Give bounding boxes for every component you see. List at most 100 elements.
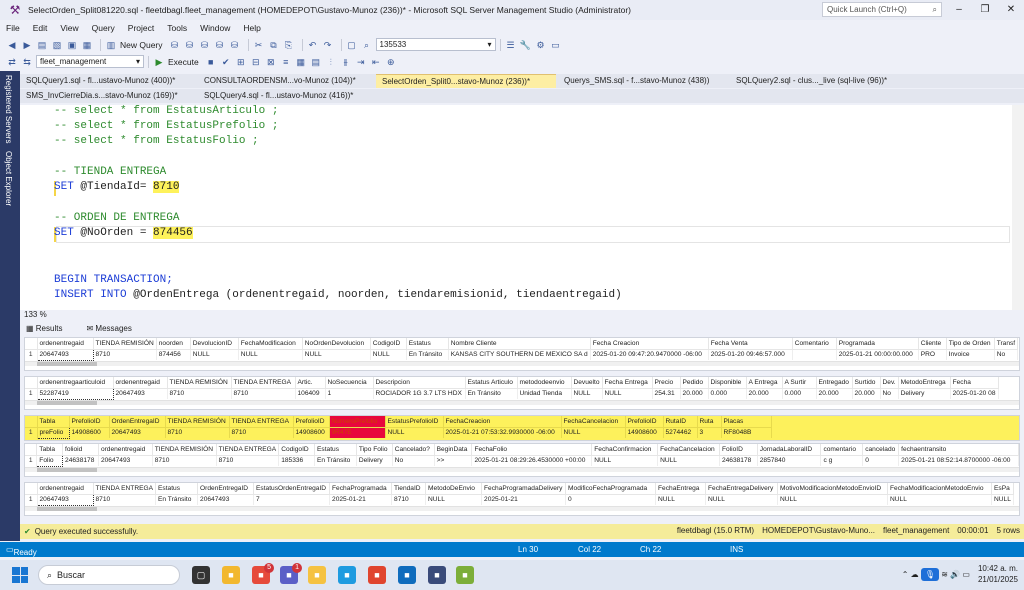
quick-launch-input[interactable]: Quick Launch (Ctrl+Q) ⌕	[822, 2, 942, 17]
result-grid-metodoenvio[interactable]: ordenentregaid TIENDA ENTREGA Estatus Orden…	[24, 482, 1020, 516]
parse-icon[interactable]: ✔	[220, 56, 232, 68]
sql-editor[interactable]: -- select * from EstatusArticulo ; -- se…	[20, 105, 1024, 310]
microphone-icon[interactable]: 🎙	[920, 567, 940, 581]
save-all-icon[interactable]: ▦	[81, 39, 93, 51]
tools-icon[interactable]: ⚙	[535, 39, 547, 51]
file-explorer-icon[interactable]: ■	[222, 566, 240, 584]
tab-sqlquery4[interactable]: SQLQuery4.sql - fl...ustavo-Munoz (416))…	[198, 89, 378, 103]
tab-sqlquery2[interactable]: SQLQuery2.sql - clus..._live (sql-live (…	[730, 74, 910, 88]
outlook-icon[interactable]: ■	[398, 566, 416, 584]
chrome-icon[interactable]: ■	[368, 566, 386, 584]
result-grid-ordenentrega[interactable]: ordenentregaid TIENDA REMISIÓN noorden Devo…	[24, 337, 1020, 371]
mail-icon[interactable]: ■ 5	[252, 563, 274, 584]
table-row[interactable]: 1 Folio 24638178 20647493 8710 8710 185336 En …	[25, 454, 1019, 467]
wrench-icon[interactable]: 🔧	[520, 39, 532, 51]
cut-icon[interactable]: ✂	[253, 39, 265, 51]
das-query-icon[interactable]: ⛁	[229, 39, 241, 51]
grid-header-row: Tabla folioid ordenentregaid TIENDA REMISIÓ…	[25, 444, 1019, 456]
start-button[interactable]	[12, 567, 28, 583]
close-button[interactable]: ✕	[998, 0, 1024, 20]
result-grid-articulos[interactable]: ordenentregaarticuloid ordenentregaid TIEN…	[24, 376, 1020, 410]
new-file-icon[interactable]: ▤	[36, 39, 48, 51]
paint-icon[interactable]: ■	[456, 566, 474, 584]
windows-taskbar: ⌕ Buscar ▢ ■ ■ 5 ■ 1 ■ ■ ■ ■ ■ ■ ⌃ ☁ 🎙 ≋ 🔊…	[0, 560, 1024, 590]
copy-icon[interactable]: ⧉	[268, 39, 280, 51]
clock[interactable]: 10:42 a. m. 21/01/2025	[978, 563, 1018, 585]
outdent-icon[interactable]: ⇤	[370, 56, 382, 68]
stop-icon[interactable]: ■	[205, 56, 217, 68]
taskbar-search-input[interactable]: ⌕ Buscar	[38, 565, 180, 585]
display-plan-icon[interactable]: ⊞	[235, 56, 247, 68]
registered-servers-tab[interactable]: Registered Servers	[4, 75, 13, 143]
back-icon[interactable]: ◀	[6, 39, 18, 51]
task-view-icon[interactable]: ▢	[192, 566, 210, 584]
forward-icon[interactable]: ▶	[21, 39, 33, 51]
edge-icon[interactable]: ■	[338, 566, 356, 584]
specify-values-icon[interactable]: ⊕	[385, 56, 397, 68]
onedrive-icon[interactable]: ☁	[911, 570, 921, 579]
connect-icon[interactable]: ⇄	[6, 56, 18, 68]
menu-help[interactable]: Help	[243, 23, 260, 33]
properties-icon[interactable]: ☰	[505, 39, 517, 51]
comment-icon[interactable]: ⫶	[325, 56, 337, 68]
mdx-query-icon[interactable]: ⛁	[184, 39, 196, 51]
window-layout-icon[interactable]: ▭	[550, 39, 562, 51]
tab-consultaordensm[interactable]: CONSULTAORDENSM...vo-Munoz (104))*	[198, 74, 378, 88]
table-row[interactable]: 1 20647493 8710 874456 NULL NULL NULL NULL En T…	[25, 348, 1019, 361]
table-row[interactable]: 1 preFolio 14908600 20647493 8710 8710 149086…	[25, 426, 772, 439]
undo-icon[interactable]: ↶	[307, 39, 319, 51]
indent-icon[interactable]: ⇥	[355, 56, 367, 68]
redo-icon[interactable]: ↷	[322, 39, 334, 51]
menu-view[interactable]: View	[60, 23, 78, 33]
result-grid-folio[interactable]: Tabla folioid ordenentregaid TIENDA REMISIÓ…	[24, 443, 1020, 477]
document-tabs-row-1: SQLQuery1.sql - fl...ustavo-Munoz (400))…	[20, 74, 1024, 88]
include-plan-icon[interactable]: ⊠	[265, 56, 277, 68]
ssms-icon[interactable]: ■	[428, 566, 446, 584]
query-designer-icon[interactable]: ⊟	[250, 56, 262, 68]
object-explorer-tab[interactable]: Object Explorer	[4, 151, 13, 206]
tab-messages[interactable]: ✉ Messages	[86, 324, 143, 333]
tab-sms-invcierredia[interactable]: SMS_InvCierreDia.s...stavo-Munoz (169))*	[20, 89, 200, 103]
menu-file[interactable]: File	[6, 23, 20, 33]
folder-icon[interactable]: ■	[308, 566, 326, 584]
results-grid-icon[interactable]: ▦	[295, 56, 307, 68]
menu-edit[interactable]: Edit	[33, 23, 48, 33]
results-file-icon[interactable]: ▤	[310, 56, 322, 68]
change-connection-icon[interactable]: ⇆	[21, 56, 33, 68]
execute-button[interactable]: ▶ Execute	[153, 56, 199, 68]
paste-icon[interactable]: ⎘	[283, 39, 295, 51]
database-select[interactable]: fleet_management ▾	[36, 55, 144, 68]
chevron-up-icon[interactable]: ⌃	[902, 570, 911, 579]
results-text-icon[interactable]: ≡	[280, 56, 292, 68]
code-line: SET @TiendaId= 8710	[54, 181, 180, 193]
tab-querys-sms[interactable]: Querys_SMS.sql - f...stavo-Munoz (438))	[558, 74, 728, 88]
open-icon[interactable]: ▧	[51, 39, 63, 51]
table-row[interactable]: 1 52287419 20647493 8710 8710 106409 1 ROCIADO…	[25, 387, 999, 400]
uncomment-icon[interactable]: ⫵	[340, 56, 352, 68]
solution-icon[interactable]: ▢	[346, 39, 358, 51]
db-query-icon[interactable]: ⛁	[169, 39, 181, 51]
save-icon[interactable]: ▣	[66, 39, 78, 51]
table-row[interactable]: 1 20647493 8710 En Tránsito 20647493 7 2025-0…	[25, 493, 1014, 506]
tab-selectorden-split[interactable]: SelectOrden_Split0...stavo-Munoz (236))*	[376, 74, 556, 88]
battery-icon[interactable]: ▭	[960, 570, 970, 579]
new-query-button[interactable]: ▥ New Query	[105, 39, 163, 51]
result-grid-prefolio[interactable]: Tabla PrefolioID OrdenEntregaID TIENDA REMI…	[24, 415, 1020, 441]
minimize-button[interactable]: –	[946, 0, 972, 20]
menu-tools[interactable]: Tools	[167, 23, 187, 33]
zoom-level[interactable]: 133 %	[20, 310, 1024, 322]
tab-sqlquery1[interactable]: SQLQuery1.sql - fl...ustavo-Munoz (400))…	[20, 74, 200, 88]
find-icon[interactable]: ⌕	[361, 39, 373, 51]
volume-icon[interactable]: 🔊	[948, 570, 960, 579]
menu-window[interactable]: Window	[200, 23, 230, 33]
find-combo[interactable]: 135533 ▾	[375, 38, 496, 51]
editor-scrollbar[interactable]	[1012, 105, 1024, 310]
xmla-query-icon[interactable]: ⛁	[214, 39, 226, 51]
menu-project[interactable]: Project	[128, 23, 154, 33]
tab-results[interactable]: ▦ Results	[26, 324, 74, 333]
menu-query[interactable]: Query	[92, 23, 115, 33]
maximize-button[interactable]: ❐	[972, 0, 998, 20]
dmx-query-icon[interactable]: ⛁	[199, 39, 211, 51]
teams-icon[interactable]: ■ 1	[280, 563, 302, 584]
wifi-icon[interactable]: ≋	[939, 570, 948, 579]
